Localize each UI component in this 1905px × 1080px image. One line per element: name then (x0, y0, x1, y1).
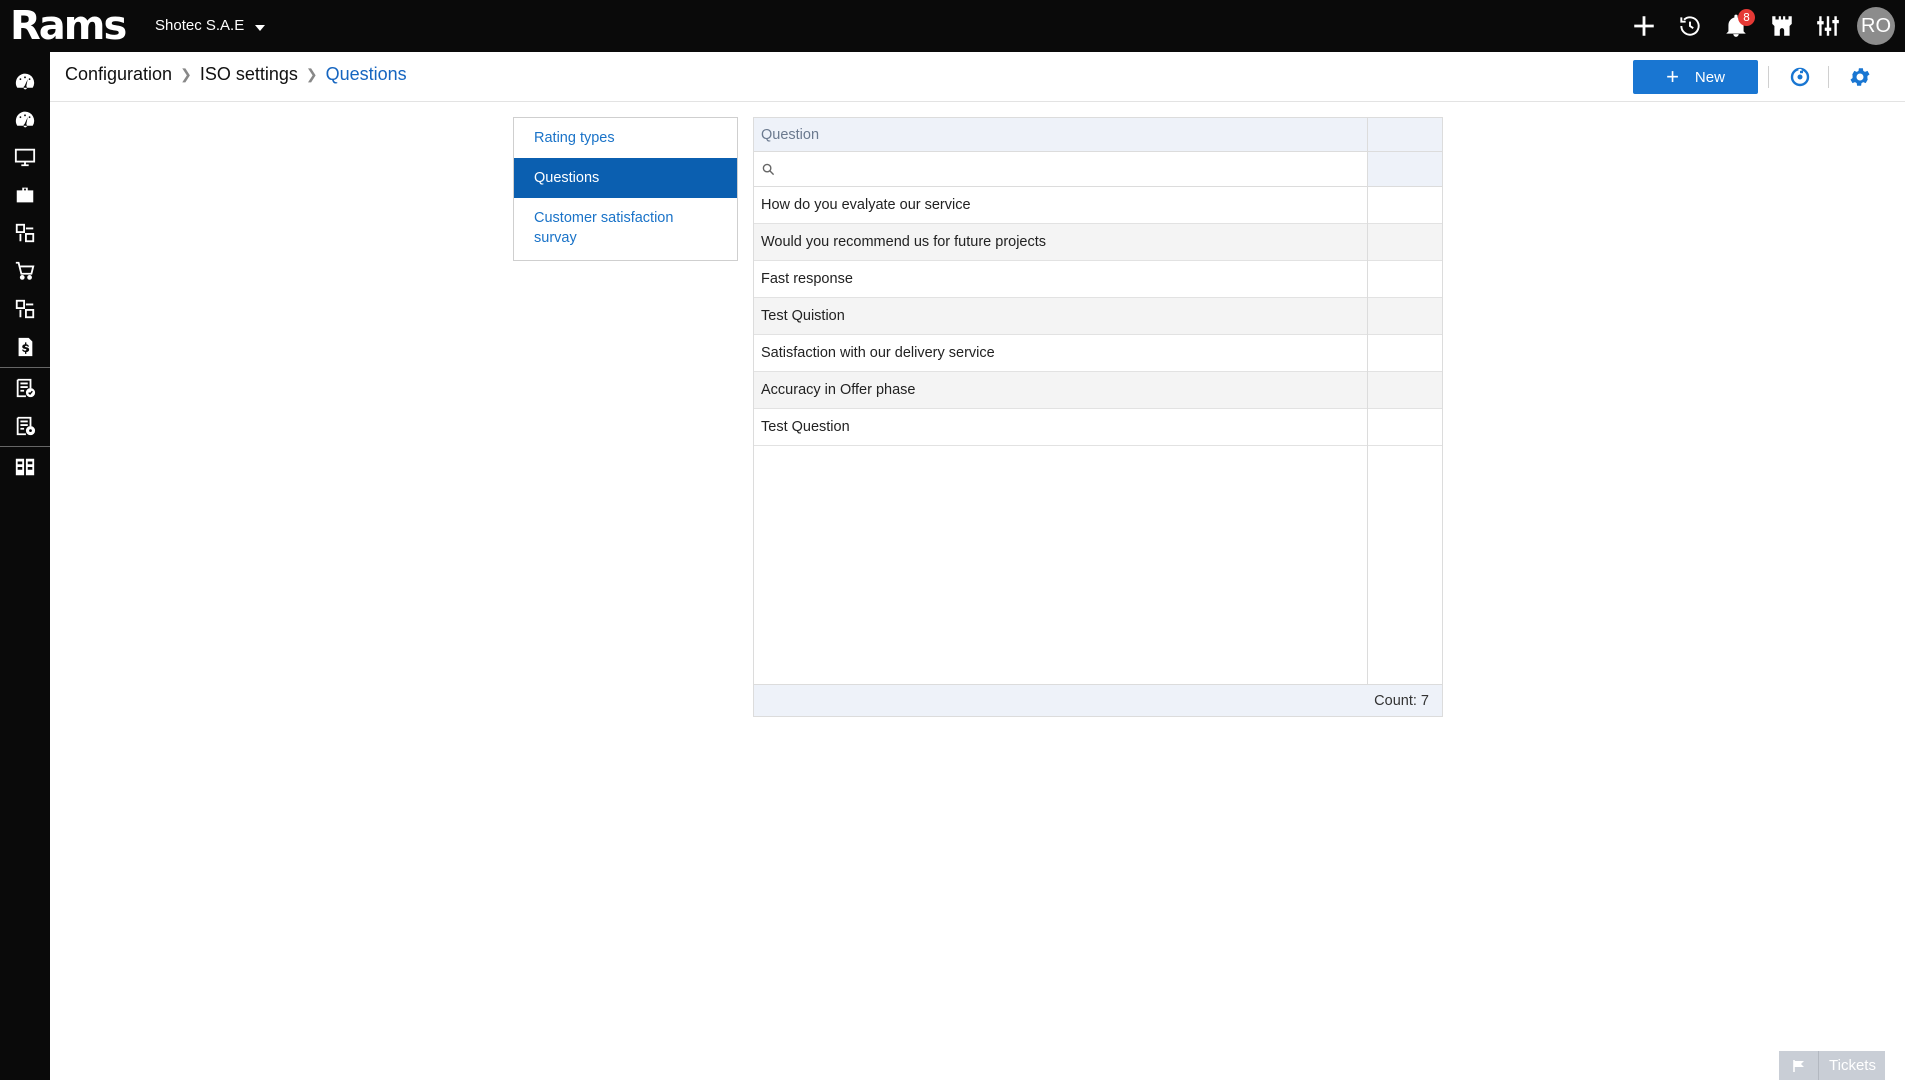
invoice-dollar-icon[interactable] (0, 328, 50, 366)
history-icon[interactable] (1667, 0, 1713, 52)
top-actions: 8 RO (1621, 0, 1905, 52)
breadcrumb-questions: Questions (325, 64, 407, 84)
nav-item-questions[interactable]: Questions (514, 158, 737, 198)
notifications-icon[interactable]: 8 (1713, 0, 1759, 52)
dashboard-icon[interactable] (0, 62, 50, 100)
breadcrumb-iso-settings[interactable]: ISO settings (200, 64, 298, 85)
dashboard-2-icon[interactable] (0, 100, 50, 138)
breadcrumb: Configuration ❯ ISO settings ❯ Questions (65, 64, 407, 85)
reports-icon[interactable] (0, 448, 50, 486)
page-header: Configuration ❯ ISO settings ❯ Questions… (50, 52, 1905, 102)
castle-icon[interactable] (1759, 0, 1805, 52)
header-divider (1768, 66, 1769, 88)
flag-icon (1779, 1051, 1819, 1080)
table-row[interactable]: Test Quistion (754, 298, 1442, 335)
questions-grid: Question How do you evalyate our service… (753, 117, 1443, 717)
tickets-button[interactable]: Tickets (1779, 1051, 1885, 1080)
refresh-icon[interactable] (1788, 65, 1812, 89)
question-cell: Fast response (761, 271, 853, 287)
table-row[interactable]: Test Question (754, 409, 1442, 446)
question-cell: Satisfaction with our delivery service (761, 345, 995, 361)
filter-cell-empty (1368, 152, 1442, 186)
left-sidebar (0, 52, 50, 1080)
plus-icon: + (1666, 64, 1679, 89)
tickets-label: Tickets (1829, 1057, 1876, 1074)
question-cell: Would you recommend us for future projec… (761, 234, 1047, 250)
chevron-right-icon: ❯ (180, 66, 192, 82)
nav-item-rating-types[interactable]: Rating types (514, 118, 737, 158)
company-name: Shotec S.A.E (155, 17, 245, 34)
question-cell: Test Quistion (761, 308, 845, 324)
row-count: Count: 7 (1374, 693, 1429, 709)
settings-gear-icon[interactable] (1848, 65, 1872, 89)
briefcase-icon[interactable] (0, 176, 50, 214)
question-cell: Accuracy in Offer phase (761, 382, 916, 398)
modules-2-icon[interactable] (0, 290, 50, 328)
sidebar-divider-2 (0, 446, 50, 447)
rams-logo[interactable]: Rams (10, 4, 127, 48)
caret-down-icon (255, 24, 266, 31)
header-divider-2 (1828, 66, 1829, 88)
settings-nav: Rating types Questions Customer satisfac… (513, 117, 738, 261)
notification-badge: 8 (1738, 9, 1755, 26)
checklist-settings-icon[interactable] (0, 407, 50, 445)
nav-item-customer-satisfaction-survay[interactable]: Customer satisfaction survay (514, 198, 737, 258)
question-filter-input[interactable] (776, 158, 1356, 180)
table-row[interactable]: Would you recommend us for future projec… (754, 224, 1442, 261)
table-row[interactable]: Accuracy in Offer phase (754, 372, 1442, 409)
column-divider (1367, 118, 1368, 684)
table-row[interactable]: Satisfaction with our delivery service (754, 335, 1442, 372)
new-button[interactable]: + New (1633, 60, 1758, 94)
company-selector[interactable]: Shotec S.A.E (155, 17, 266, 34)
top-bar: Rams Shotec S.A.E 8 RO (0, 0, 1905, 52)
grid-header: Question (754, 118, 1442, 152)
new-button-label: New (1694, 68, 1725, 86)
table-row[interactable]: How do you evalyate our service (754, 187, 1442, 224)
sidebar-divider (0, 367, 50, 368)
checklist-icon[interactable] (0, 369, 50, 407)
grid-footer: Count: 7 (754, 684, 1442, 716)
breadcrumb-configuration[interactable]: Configuration (65, 64, 172, 85)
column-header-question[interactable]: Question (761, 127, 819, 143)
monitor-icon[interactable] (0, 138, 50, 176)
chevron-right-icon: ❯ (305, 66, 318, 82)
question-cell: How do you evalyate our service (761, 197, 971, 213)
filter-row (754, 152, 1442, 187)
search-icon (762, 163, 775, 176)
question-cell: Test Question (761, 419, 850, 435)
add-icon[interactable] (1621, 0, 1667, 52)
sliders-icon[interactable] (1805, 0, 1851, 52)
table-row[interactable]: Fast response (754, 261, 1442, 298)
modules-icon[interactable] (0, 214, 50, 252)
cart-icon[interactable] (0, 252, 50, 290)
user-avatar[interactable]: RO (1857, 7, 1895, 45)
